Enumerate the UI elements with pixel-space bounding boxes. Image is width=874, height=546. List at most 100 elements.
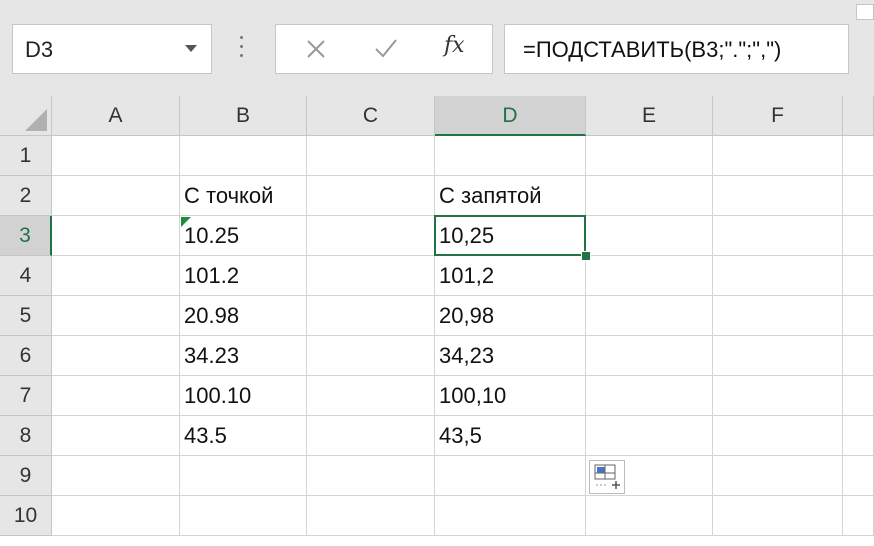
cell-d5[interactable]: 20,98 xyxy=(435,296,586,336)
cell-b9[interactable] xyxy=(180,456,307,496)
cell-a1[interactable] xyxy=(52,136,180,176)
cell-a8[interactable] xyxy=(52,416,180,456)
cell-f6[interactable] xyxy=(713,336,843,376)
column-header-f[interactable]: F xyxy=(713,96,843,136)
cell-e3[interactable] xyxy=(586,216,713,256)
cell-filler[interactable] xyxy=(843,496,874,536)
cell-a2[interactable] xyxy=(52,176,180,216)
expand-formula-bar-button[interactable] xyxy=(856,4,874,20)
enter-button[interactable] xyxy=(352,25,412,73)
cell-a9[interactable] xyxy=(52,456,180,496)
cell-c6[interactable] xyxy=(307,336,435,376)
cell-c2[interactable] xyxy=(307,176,435,216)
column-header-e[interactable]: E xyxy=(586,96,713,136)
cell-d4[interactable]: 101,2 xyxy=(435,256,586,296)
cell-filler[interactable] xyxy=(843,336,874,376)
cell-d8[interactable]: 43,5 xyxy=(435,416,586,456)
cell-d7[interactable]: 100,10 xyxy=(435,376,586,416)
cell-c9[interactable] xyxy=(307,456,435,496)
cell-b1[interactable] xyxy=(180,136,307,176)
cell-f2[interactable] xyxy=(713,176,843,216)
cell-f8[interactable] xyxy=(713,416,843,456)
cell-c8[interactable] xyxy=(307,416,435,456)
cell-d2[interactable]: С запятой xyxy=(435,176,586,216)
cell-c10[interactable] xyxy=(307,496,435,536)
cell-a4[interactable] xyxy=(52,256,180,296)
name-box[interactable]: D3 xyxy=(12,24,212,74)
cell-e7[interactable] xyxy=(586,376,713,416)
cell-f3[interactable] xyxy=(713,216,843,256)
formula-input[interactable]: =ПОДСТАВИТЬ(B3;".";",") xyxy=(504,24,849,74)
row-header-9[interactable]: 9 xyxy=(0,456,52,496)
cell-c4[interactable] xyxy=(307,256,435,296)
row-header-2[interactable]: 2 xyxy=(0,176,52,216)
row-header-10[interactable]: 10 xyxy=(0,496,52,536)
cell-d6[interactable]: 34,23 xyxy=(435,336,586,376)
cell-a7[interactable] xyxy=(52,376,180,416)
cell-e1[interactable] xyxy=(586,136,713,176)
cell-c3[interactable] xyxy=(307,216,435,256)
row-header-4[interactable]: 4 xyxy=(0,256,52,296)
column-header-a[interactable]: A xyxy=(52,96,180,136)
cell-a3[interactable] xyxy=(52,216,180,256)
cell-a5[interactable] xyxy=(52,296,180,336)
cell-b10[interactable] xyxy=(180,496,307,536)
cell-filler[interactable] xyxy=(843,216,874,256)
chevron-down-icon[interactable] xyxy=(185,45,197,52)
cell-b8[interactable]: 43.5 xyxy=(180,416,307,456)
column-header-d[interactable]: D xyxy=(435,96,586,136)
cell-e4[interactable] xyxy=(586,256,713,296)
cell-b2[interactable]: С точкой xyxy=(180,176,307,216)
drag-handle-icon[interactable] xyxy=(240,36,244,60)
fill-handle[interactable] xyxy=(581,251,591,261)
cell-e10[interactable] xyxy=(586,496,713,536)
row-header-5[interactable]: 5 xyxy=(0,296,52,336)
cell-filler[interactable] xyxy=(843,376,874,416)
cell-filler[interactable] xyxy=(843,416,874,456)
cell-f7[interactable] xyxy=(713,376,843,416)
cell-a6[interactable] xyxy=(52,336,180,376)
cell-c7[interactable] xyxy=(307,376,435,416)
insert-function-button[interactable]: fx xyxy=(444,33,465,58)
cell-filler[interactable] xyxy=(843,256,874,296)
cell-d9[interactable] xyxy=(435,456,586,496)
cell-b6[interactable]: 34.23 xyxy=(180,336,307,376)
cell-e5[interactable] xyxy=(586,296,713,336)
cell-filler[interactable] xyxy=(843,456,874,496)
cell-b7[interactable]: 100.10 xyxy=(180,376,307,416)
cell-f9[interactable] xyxy=(713,456,843,496)
column-header-b[interactable]: B xyxy=(180,96,307,136)
paste-options-button[interactable] xyxy=(589,460,625,494)
cell-e2[interactable] xyxy=(586,176,713,216)
check-icon xyxy=(375,39,397,58)
active-cell-border xyxy=(434,215,586,256)
cell-b5[interactable]: 20.98 xyxy=(180,296,307,336)
cell-b3[interactable]: 10.25 xyxy=(180,216,307,256)
cell-f1[interactable] xyxy=(713,136,843,176)
cell-e8[interactable] xyxy=(586,416,713,456)
cell-a10[interactable] xyxy=(52,496,180,536)
row-header-6[interactable]: 6 xyxy=(0,336,52,376)
cell-d10[interactable] xyxy=(435,496,586,536)
select-all-button[interactable] xyxy=(0,96,52,136)
cell-c5[interactable] xyxy=(307,296,435,336)
cell-b4[interactable]: 101.2 xyxy=(180,256,307,296)
cell-filler[interactable] xyxy=(843,176,874,216)
close-icon xyxy=(307,40,325,58)
column-header-c[interactable]: C xyxy=(307,96,435,136)
row-header-8[interactable]: 8 xyxy=(0,416,52,456)
cell-e6[interactable] xyxy=(586,336,713,376)
cell-c1[interactable] xyxy=(307,136,435,176)
cell-filler[interactable] xyxy=(843,296,874,336)
error-indicator-icon[interactable] xyxy=(181,217,191,227)
cell-d1[interactable] xyxy=(435,136,586,176)
row-header-3[interactable]: 3 xyxy=(0,216,52,256)
cell-f4[interactable] xyxy=(713,256,843,296)
paste-options-icon xyxy=(594,464,620,489)
row-header-7[interactable]: 7 xyxy=(0,376,52,416)
cell-filler[interactable] xyxy=(843,136,874,176)
cell-f10[interactable] xyxy=(713,496,843,536)
cancel-button[interactable] xyxy=(282,25,342,73)
row-header-1[interactable]: 1 xyxy=(0,136,52,176)
cell-f5[interactable] xyxy=(713,296,843,336)
